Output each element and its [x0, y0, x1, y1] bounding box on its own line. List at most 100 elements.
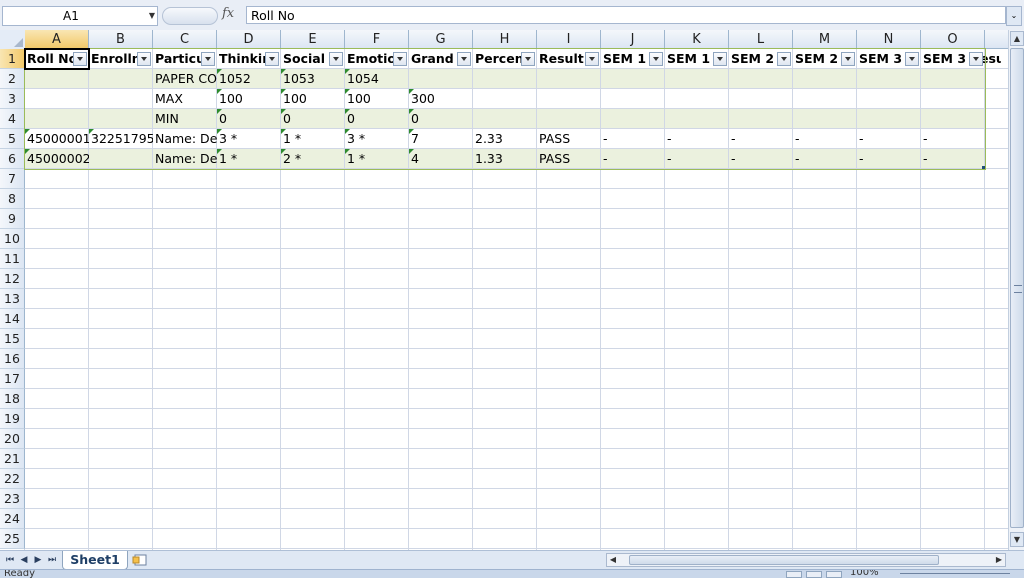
select-all-corner[interactable] — [0, 30, 26, 50]
row-header-8[interactable]: 8 — [0, 189, 25, 209]
row-header-22[interactable]: 22 — [0, 469, 25, 489]
table-cell[interactable]: 2.33 — [473, 129, 537, 149]
row-header-19[interactable]: 19 — [0, 409, 25, 429]
table-cell[interactable]: 7 — [409, 129, 473, 149]
table-cell[interactable]: - — [921, 149, 985, 169]
table-cell[interactable]: 1 * — [217, 149, 281, 169]
table-cell[interactable]: 45000002 — [25, 149, 89, 169]
column-header-h[interactable]: H — [473, 30, 537, 49]
table-header-cell[interactable]: Particu — [153, 49, 201, 69]
filter-dropdown-icon[interactable] — [905, 52, 919, 66]
row-header-1[interactable]: 1 — [0, 49, 25, 69]
vertical-scroll-thumb[interactable] — [1010, 48, 1024, 528]
row-header-10[interactable]: 10 — [0, 229, 25, 249]
row-header-15[interactable]: 15 — [0, 329, 25, 349]
table-cell[interactable]: 1053 — [281, 69, 345, 89]
row-header-14[interactable]: 14 — [0, 309, 25, 329]
scroll-right-icon[interactable]: ▶ — [993, 554, 1005, 566]
column-header-a[interactable]: A — [25, 30, 89, 49]
table-cell[interactable]: PASS — [537, 149, 601, 169]
filter-dropdown-icon[interactable] — [969, 52, 983, 66]
table-header-cell[interactable]: Social S — [281, 49, 329, 69]
row-header-13[interactable]: 13 — [0, 289, 25, 309]
table-cell[interactable]: - — [601, 149, 665, 169]
table-cell[interactable]: 0 — [281, 109, 345, 129]
row-header-9[interactable]: 9 — [0, 209, 25, 229]
table-resize-handle[interactable] — [982, 166, 985, 169]
filter-dropdown-icon[interactable] — [841, 52, 855, 66]
row-header-24[interactable]: 24 — [0, 509, 25, 529]
column-header-f[interactable]: F — [345, 30, 409, 49]
table-header-cell[interactable]: Enrollm — [89, 49, 137, 69]
row-header-4[interactable]: 4 — [0, 109, 25, 129]
table-cell[interactable]: 100 — [345, 89, 409, 109]
table-cell[interactable]: 4 — [409, 149, 473, 169]
last-sheet-icon[interactable]: ⏭ — [46, 554, 58, 566]
filter-dropdown-icon[interactable] — [777, 52, 791, 66]
table-header-cell[interactable]: SEM 1 F — [665, 49, 713, 69]
filter-dropdown-icon[interactable] — [585, 52, 599, 66]
formula-input[interactable]: Roll No — [246, 6, 1006, 24]
row-header-23[interactable]: 23 — [0, 489, 25, 509]
table-cell[interactable]: 45000001 — [25, 129, 89, 149]
table-cell[interactable]: 3 * — [217, 129, 281, 149]
table-header-cell[interactable]: Thinkin — [217, 49, 265, 69]
filter-dropdown-icon[interactable] — [393, 52, 407, 66]
table-cell[interactable]: - — [857, 149, 921, 169]
vertical-scrollbar[interactable]: ▲ ▼ — [1008, 30, 1024, 550]
table-cell[interactable]: - — [793, 149, 857, 169]
scroll-up-icon[interactable]: ▲ — [1010, 31, 1024, 46]
next-sheet-icon[interactable]: ▶ — [32, 554, 44, 566]
table-cell[interactable]: Name: De — [153, 129, 217, 149]
expand-formula-bar-icon[interactable]: ⌄ — [1006, 6, 1022, 26]
row-header-3[interactable]: 3 — [0, 89, 25, 109]
sheet-tab[interactable]: Sheet1 — [62, 551, 128, 570]
insert-worksheet-icon[interactable] — [132, 553, 150, 567]
table-cell[interactable]: 0 — [345, 109, 409, 129]
row-header-5[interactable]: 5 — [0, 129, 25, 149]
insert-function-icon[interactable]: fx — [222, 6, 234, 21]
table-cell[interactable]: - — [665, 149, 729, 169]
row-header-12[interactable]: 12 — [0, 269, 25, 289]
column-header-b[interactable]: B — [89, 30, 153, 49]
table-header-cell[interactable]: Emotio — [345, 49, 393, 69]
formula-bar-handle[interactable] — [162, 7, 218, 25]
first-sheet-icon[interactable]: ⏮ — [4, 554, 16, 566]
table-header-cell[interactable]: SEM 3 Result — [921, 49, 1001, 69]
column-header-c[interactable]: C — [153, 30, 217, 49]
table-header-cell[interactable]: SEM 2 F — [793, 49, 841, 69]
table-cell[interactable]: PASS — [537, 129, 601, 149]
column-header-e[interactable]: E — [281, 30, 345, 49]
table-cell[interactable]: 1052 — [217, 69, 281, 89]
filter-dropdown-icon[interactable] — [265, 52, 279, 66]
horizontal-scroll-thumb[interactable] — [629, 555, 939, 565]
column-header-j[interactable]: J — [601, 30, 665, 49]
column-header-m[interactable]: M — [793, 30, 857, 49]
filter-dropdown-icon[interactable] — [457, 52, 471, 66]
row-header-17[interactable]: 17 — [0, 369, 25, 389]
table-header-cell[interactable]: Roll No — [25, 49, 73, 69]
row-header-21[interactable]: 21 — [0, 449, 25, 469]
column-header-blank[interactable] — [985, 30, 1008, 49]
column-header-g[interactable]: G — [409, 30, 473, 49]
column-header-l[interactable]: L — [729, 30, 793, 49]
table-cell[interactable]: - — [793, 129, 857, 149]
table-cell[interactable]: 1.33 — [473, 149, 537, 169]
table-header-cell[interactable]: Percen — [473, 49, 521, 69]
table-cell[interactable]: Name: De — [153, 149, 217, 169]
table-cell[interactable]: 1 * — [281, 129, 345, 149]
table-cell[interactable]: 3 * — [345, 129, 409, 149]
row-header-7[interactable]: 7 — [0, 169, 25, 189]
row-header-11[interactable]: 11 — [0, 249, 25, 269]
filter-dropdown-icon[interactable] — [201, 52, 215, 66]
spreadsheet-grid[interactable]: A B C D E F G H I J K L M N O 1 2 3 4 5 6 7 8 9 10 11 12 13 14 15 16 17… — [0, 30, 1008, 550]
table-cell[interactable]: - — [729, 149, 793, 169]
prev-sheet-icon[interactable]: ◀ — [18, 554, 30, 566]
scroll-down-icon[interactable]: ▼ — [1010, 532, 1024, 547]
table-cell[interactable]: 300 — [409, 89, 473, 109]
table-cell[interactable]: 100 — [281, 89, 345, 109]
table-cell[interactable]: PAPER CO — [153, 69, 217, 89]
row-header-18[interactable]: 18 — [0, 389, 25, 409]
row-header-16[interactable]: 16 — [0, 349, 25, 369]
filter-dropdown-icon[interactable] — [649, 52, 663, 66]
